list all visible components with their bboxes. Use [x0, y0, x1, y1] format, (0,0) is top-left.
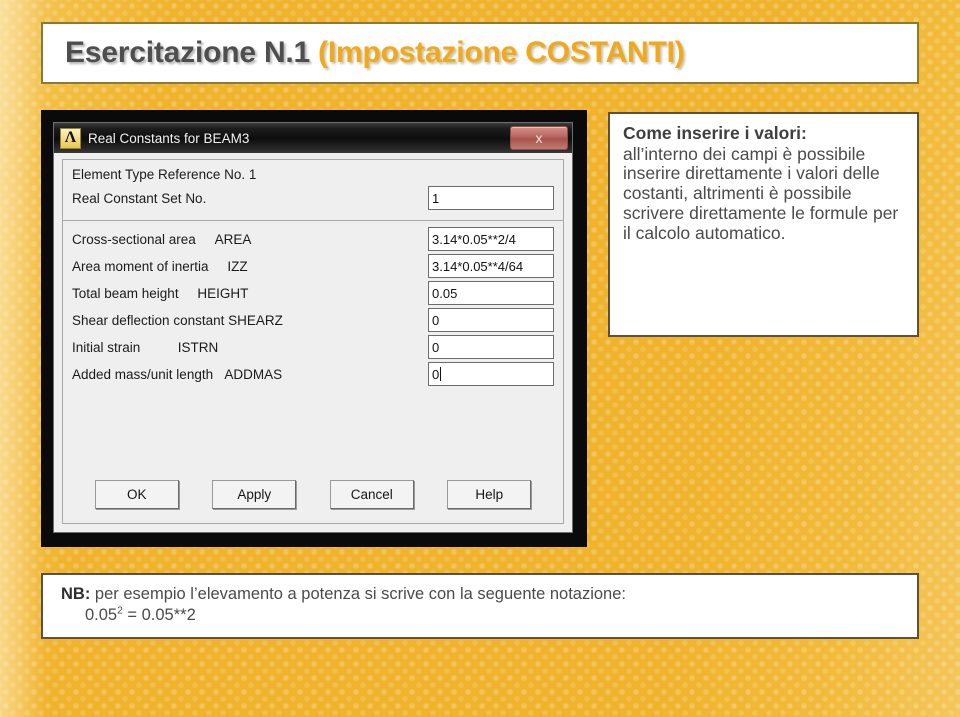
field-input-istrn[interactable]: 0: [428, 335, 554, 359]
field-input-area[interactable]: 3.14*0.05**2/4: [428, 227, 554, 251]
ok-button[interactable]: OK: [94, 480, 179, 509]
nb-formula-base: 0.05: [85, 605, 118, 624]
dialog-titlebar[interactable]: Λ Real Constants for BEAM3 x: [54, 123, 572, 153]
field-label-height-text: Total beam height: [72, 285, 179, 301]
field-label-shearz: Shear deflection constant SHEARZ: [72, 313, 283, 328]
note-heading: Come inserire i valori:: [623, 123, 807, 143]
field-label-istrn: Initial strain ISTRN: [72, 340, 218, 355]
ansys-logo-glyph: Λ: [64, 129, 77, 146]
field-code-shearz: SHEARZ: [228, 312, 283, 328]
field-label-height: Total beam height HEIGHT: [72, 286, 248, 301]
field-label-izz-text: Area moment of inertia: [72, 258, 209, 274]
nb-prefix: NB:: [61, 585, 91, 603]
field-input-height[interactable]: 0.05: [428, 281, 554, 305]
field-row-istrn: Initial strain ISTRN 0: [72, 335, 554, 359]
page-title-sub: (Impostazione COSTANTI): [318, 36, 685, 69]
dialog-fields-panel: Cross-sectional area AREA 3.14*0.05**2/4…: [62, 220, 564, 524]
apply-button[interactable]: Apply: [212, 480, 297, 509]
real-constant-set-row: Real Constant Set No. 1: [72, 186, 554, 210]
close-icon[interactable]: x: [510, 126, 568, 150]
element-type-reference-label: Element Type Reference No. 1: [72, 167, 257, 182]
real-constant-set-input[interactable]: 1: [428, 186, 554, 210]
nb-text: per esempio l’elevamento a potenza si sc…: [94, 585, 626, 603]
page-title: Esercitazione N.1 (Impostazione COSTANTI): [65, 36, 685, 70]
page-title-main: Esercitazione N.1: [65, 36, 311, 69]
field-label-addmas: Added mass/unit length ADDMAS: [72, 367, 282, 382]
field-input-shearz[interactable]: 0: [428, 308, 554, 332]
slide-title-banner: Esercitazione N.1 (Impostazione COSTANTI): [41, 22, 919, 84]
nb-formula-rest: = 0.05**2: [122, 605, 196, 624]
field-row-shearz: Shear deflection constant SHEARZ 0: [72, 308, 554, 332]
screenshot-frame: Λ Real Constants for BEAM3 x Element Typ…: [41, 110, 587, 547]
nb-line-1: NB: per esempio l’elevamento a potenza s…: [61, 584, 903, 605]
real-constants-dialog: Λ Real Constants for BEAM3 x Element Typ…: [53, 122, 573, 533]
field-label-area: Cross-sectional area AREA: [72, 232, 251, 247]
field-input-addmas[interactable]: 0: [428, 362, 554, 386]
field-code-izz: IZZ: [227, 258, 248, 274]
field-code-addmas: ADDMAS: [224, 366, 283, 382]
field-label-addmas-text: Added mass/unit length: [72, 366, 214, 382]
dialog-body: Element Type Reference No. 1 Real Consta…: [54, 153, 572, 532]
field-row-izz: Area moment of inertia IZZ 3.14*0.05**4/…: [72, 254, 554, 278]
note-box: Come inserire i valori: all’interno dei …: [608, 112, 919, 337]
help-button[interactable]: Help: [447, 480, 532, 509]
field-label-izz: Area moment of inertia IZZ: [72, 259, 248, 274]
note-body: all’interno dei campi è possibile inseri…: [623, 143, 899, 243]
field-row-addmas: Added mass/unit length ADDMAS 0: [72, 362, 554, 386]
field-code-area: AREA: [214, 231, 252, 247]
field-code-height: HEIGHT: [197, 285, 249, 301]
ansys-logo-icon: Λ: [60, 127, 81, 149]
dialog-header-panel: Element Type Reference No. 1 Real Consta…: [62, 159, 564, 221]
field-label-istrn-text: Initial strain: [72, 339, 141, 355]
slide-canvas: Esercitazione N.1 (Impostazione COSTANTI)…: [0, 0, 960, 717]
field-label-shearz-text: Shear deflection constant: [72, 312, 225, 328]
dialog-button-row: OK Apply Cancel Help: [72, 480, 554, 515]
real-constant-set-label: Real Constant Set No.: [72, 190, 207, 206]
field-row-area: Cross-sectional area AREA 3.14*0.05**2/4: [72, 227, 554, 251]
nb-box: NB: per esempio l’elevamento a potenza s…: [41, 573, 919, 639]
nb-line-2: 0.052 = 0.05**2: [61, 605, 903, 626]
cancel-button[interactable]: Cancel: [329, 480, 414, 509]
field-code-istrn: ISTRN: [177, 339, 219, 355]
field-input-izz[interactable]: 3.14*0.05**4/64: [428, 254, 554, 278]
field-row-height: Total beam height HEIGHT 0.05: [72, 281, 554, 305]
dialog-title-text: Real Constants for BEAM3: [88, 130, 250, 146]
field-label-area-text: Cross-sectional area: [72, 231, 196, 247]
